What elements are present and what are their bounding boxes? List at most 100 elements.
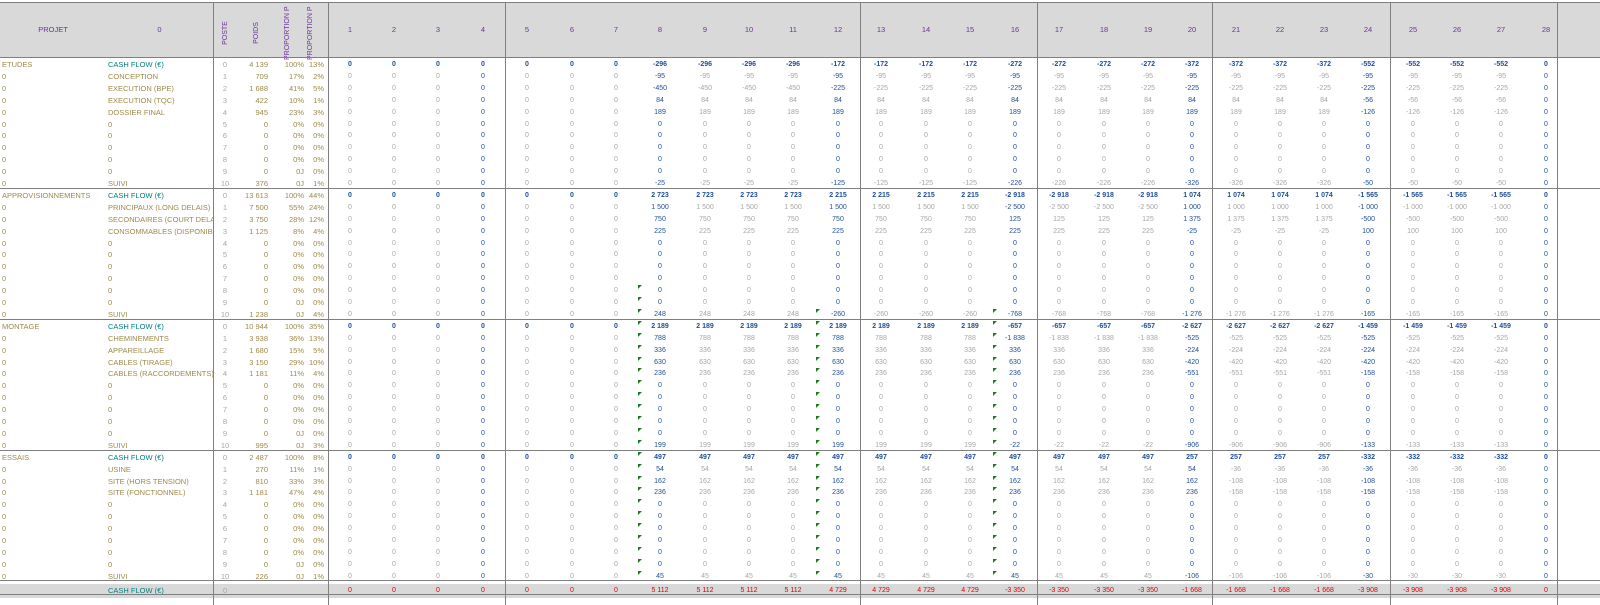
cash-value[interactable]: 0 [372,130,416,142]
cash-value[interactable]: 0 [993,249,1037,261]
cash-value[interactable]: 0 [1524,95,1568,107]
cash-value[interactable]: 0 [1435,130,1479,142]
cash-value[interactable]: 0 [771,416,815,428]
cash-value[interactable]: -332 [1346,452,1390,464]
poste-label[interactable]: SITE (HORS TENSION) [108,476,213,488]
cash-value[interactable]: 497 [727,452,771,464]
cash-value[interactable]: 0 [1258,119,1302,131]
cash-value[interactable]: 0 [550,559,594,571]
cash-value[interactable]: -296 [727,59,771,71]
proportion-projet-value[interactable]: 12% [304,214,324,226]
cash-value[interactable]: 0 [416,59,460,71]
cash-value[interactable]: 0 [1258,428,1302,440]
poste-label[interactable]: CABLES (TIRAGE) [108,357,213,369]
cash-value[interactable]: 0 [372,559,416,571]
poste-label[interactable]: 0 [108,273,213,285]
poste-number[interactable]: 9 [216,166,234,178]
cash-value[interactable]: 0 [948,416,992,428]
poste-number[interactable]: 8 [216,154,234,166]
cash-value[interactable]: 0 [1524,404,1568,416]
cash-value[interactable]: 0 [372,416,416,428]
cash-value[interactable]: 0 [1037,428,1081,440]
cash-value[interactable]: 0 [461,416,505,428]
cash-value[interactable]: 0 [1302,273,1346,285]
cash-value[interactable]: -158 [1302,487,1346,499]
cash-value[interactable]: 0 [550,357,594,369]
poids-value[interactable]: 0 [234,428,268,440]
cash-value[interactable]: 0 [1391,261,1435,273]
cash-value[interactable]: 0 [328,226,372,238]
cash-value[interactable]: -552 [1346,59,1390,71]
cash-value[interactable]: 0 [461,202,505,214]
proportion-projet-value[interactable]: 0% [304,547,324,559]
row-section-label[interactable]: 0 [2,523,106,535]
poste-number[interactable]: 1 [216,464,234,476]
cash-value[interactable]: 0 [328,273,372,285]
cash-value[interactable]: 0 [1302,154,1346,166]
cash-value[interactable]: 0 [1524,535,1568,547]
cash-value[interactable]: -1 838 [1082,333,1126,345]
cash-value[interactable]: 100 [1391,226,1435,238]
proportion-projet-value[interactable]: 0% [304,285,324,297]
cash-value[interactable]: 0 [505,273,549,285]
poids-value[interactable]: 1 181 [234,368,268,380]
poste-label[interactable]: 0 [108,285,213,297]
cash-value[interactable]: 0 [461,166,505,178]
cash-value[interactable]: -332 [1435,452,1479,464]
cash-value[interactable]: 0 [771,285,815,297]
cash-value[interactable]: 2 215 [948,190,992,202]
cash-value[interactable]: 0 [328,190,372,202]
cash-value[interactable]: 0 [505,297,549,309]
cash-value[interactable]: 0 [461,71,505,83]
column-header-11[interactable]: 11 [773,24,813,36]
cash-value[interactable]: 0 [771,273,815,285]
cash-value[interactable]: 0 [505,154,549,166]
cash-value[interactable]: 2 215 [859,190,903,202]
cash-value[interactable]: 189 [948,107,992,119]
cash-value[interactable]: -126 [1346,107,1390,119]
cash-value[interactable]: 0 [1082,416,1126,428]
row-section-label[interactable]: 0 [2,273,106,285]
cash-value[interactable]: 0 [1479,238,1523,250]
cash-value[interactable]: 0 [1214,238,1258,250]
proportion-projet-value[interactable]: 3% [304,107,324,119]
poids-value[interactable]: 0 [234,380,268,392]
cash-value[interactable]: 0 [1524,297,1568,309]
cash-value[interactable]: 225 [859,226,903,238]
row-section-label[interactable]: 0 [2,226,106,238]
cash-value[interactable]: -225 [816,83,860,95]
cash-value[interactable]: 0 [1435,547,1479,559]
cash-value[interactable]: 0 [1479,154,1523,166]
cash-value[interactable]: 0 [1037,547,1081,559]
poste-number[interactable]: 0 [216,321,234,333]
cash-value[interactable]: 0 [1524,226,1568,238]
cash-value[interactable]: 0 [594,214,638,226]
cash-value[interactable]: 0 [416,166,460,178]
cash-value[interactable]: 0 [328,333,372,345]
poids-value[interactable]: 0 [234,392,268,404]
cash-value[interactable]: 162 [683,476,727,488]
cash-value[interactable]: 0 [1346,511,1390,523]
cash-value[interactable]: 0 [461,392,505,404]
cash-value[interactable]: 0 [1082,238,1126,250]
cash-value[interactable]: 1 500 [859,202,903,214]
cash-value[interactable]: 0 [1126,249,1170,261]
cash-value[interactable]: -2 627 [1214,321,1258,333]
cash-value[interactable]: 0 [816,249,860,261]
cash-value[interactable]: 0 [372,226,416,238]
proportion-projet-value[interactable]: 1% [304,464,324,476]
cash-value[interactable]: 0 [505,107,549,119]
cash-value[interactable]: 0 [683,130,727,142]
cash-value[interactable]: 0 [416,214,460,226]
proportion-projet-value[interactable]: 24% [304,202,324,214]
cash-value[interactable]: 0 [1082,249,1126,261]
cash-value[interactable]: -450 [771,83,815,95]
cash-value[interactable]: 0 [550,71,594,83]
poste-number[interactable]: 4 [216,499,234,511]
cash-value[interactable]: -108 [1479,476,1523,488]
cash-value[interactable]: 0 [550,202,594,214]
cash-value[interactable]: 0 [638,238,682,250]
poste-number[interactable]: 9 [216,559,234,571]
cash-value[interactable]: 0 [1346,154,1390,166]
cash-value[interactable]: 0 [1126,523,1170,535]
